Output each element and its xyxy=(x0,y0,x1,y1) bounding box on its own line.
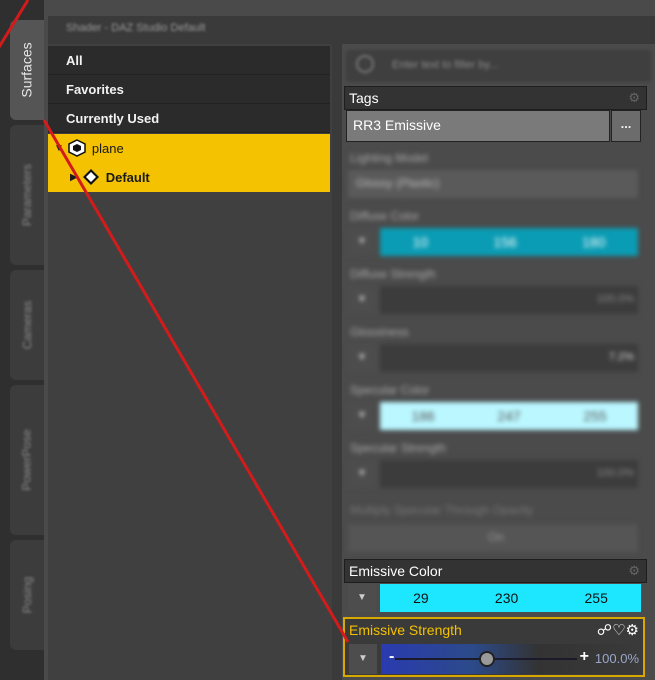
tree-item-all-label: All xyxy=(66,52,83,68)
tree-node-plane[interactable]: ▼ plane xyxy=(48,134,330,162)
surface-tree-panel: All Favorites Currently Used ▼ plane ▶ D… xyxy=(48,44,332,680)
search-icon xyxy=(356,55,374,73)
emissive-strength-label: Emissive Strength xyxy=(349,622,462,638)
specular-color-label: Specular Color xyxy=(350,383,430,397)
tags-label: Tags xyxy=(349,90,379,106)
diffuse-strength-slider[interactable]: 100.0% xyxy=(380,286,638,314)
gear-icon[interactable]: ⚙ xyxy=(628,90,640,106)
diffuse-color-swatch[interactable]: 10 156 180 xyxy=(380,228,638,256)
material-icon xyxy=(82,169,99,185)
increment-button[interactable]: + xyxy=(580,648,589,666)
tree-item-all[interactable]: All xyxy=(48,46,330,75)
specular-dropdown[interactable]: ▼ xyxy=(348,402,376,430)
emissive-color-swatch[interactable]: 29 230 255 xyxy=(380,584,641,612)
slider-knob[interactable] xyxy=(479,651,495,667)
tree-item-currently-used[interactable]: Currently Used xyxy=(48,104,330,133)
emissive-color-header: Emissive Color ⚙ xyxy=(344,559,647,583)
tab-parameters[interactable]: Parameters xyxy=(10,125,44,265)
filter-search-placeholder: Enter text to filter by... xyxy=(392,59,499,71)
link-icon[interactable]: ☍ xyxy=(597,622,612,639)
tree-node-default-label: Default xyxy=(105,169,150,185)
tab-surfaces-label: Surfaces xyxy=(19,42,35,98)
emissive-b-value: 255 xyxy=(584,590,608,606)
pane-header: Shader - DAZ Studio Default xyxy=(48,16,655,45)
folder-icon xyxy=(68,139,86,157)
filter-search-bar[interactable]: Enter text to filter by... xyxy=(346,50,651,82)
diffuse-strength-dropdown[interactable]: ▼ xyxy=(348,286,376,314)
specular-strength-label: Specular Strength xyxy=(350,441,447,455)
gear-icon[interactable]: ⚙ xyxy=(626,622,639,639)
vertical-tab-strip: Surfaces Parameters Cameras PowerPose Po… xyxy=(0,0,44,680)
tags-value: RR3 Emissive xyxy=(353,117,441,133)
tags-more-button[interactable]: ... xyxy=(611,110,641,142)
emissive-strength-dropdown[interactable]: ▼ xyxy=(349,644,377,674)
emissive-r-value: 29 xyxy=(413,590,429,606)
tree-node-plane-label: plane xyxy=(91,140,124,156)
glossiness-slider[interactable]: 7.2% xyxy=(380,344,638,372)
diffuse-dropdown[interactable]: ▼ xyxy=(348,228,376,256)
tab-powerpose-label: PowerPose xyxy=(20,429,34,491)
emissive-color-label: Emissive Color xyxy=(349,563,443,579)
lighting-model-label: Lighting Model xyxy=(350,151,429,165)
tree-item-favorites[interactable]: Favorites xyxy=(48,75,330,104)
glossiness-dropdown[interactable]: ▼ xyxy=(348,344,376,372)
specular-strength-dropdown[interactable]: ▼ xyxy=(348,460,376,488)
emissive-g-value: 230 xyxy=(494,590,519,606)
tree-node-default[interactable]: ▶ Default xyxy=(48,162,330,192)
panel-splitter[interactable] xyxy=(332,44,342,680)
emissive-strength-property[interactable]: Emissive Strength ☍♡⚙ ▼ - + 100.0% xyxy=(343,617,645,677)
emissive-strength-value[interactable]: 100.0% xyxy=(595,651,639,666)
specular-strength-slider[interactable]: 100.0% xyxy=(380,460,638,488)
tab-powerpose[interactable]: PowerPose xyxy=(10,385,44,535)
multiply-specular-label: Multiply Specular Through Opacity xyxy=(350,503,534,517)
gear-icon[interactable]: ⚙ xyxy=(628,563,640,579)
emissive-color-dropdown[interactable]: ▼ xyxy=(348,584,376,612)
tab-posing-label: Posing xyxy=(20,576,35,614)
tab-parameters-label: Parameters xyxy=(20,163,34,227)
multiply-toggle[interactable]: On xyxy=(348,524,638,552)
expand-triangle-icon[interactable]: ▼ xyxy=(54,143,64,154)
tab-cameras[interactable]: Cameras xyxy=(10,270,44,380)
tags-field[interactable]: RR3 Emissive xyxy=(346,110,610,142)
diffuse-strength-label: Diffuse Strength xyxy=(350,267,436,281)
tab-surfaces[interactable]: Surfaces xyxy=(10,20,44,120)
specular-color-swatch[interactable]: 186 247 255 xyxy=(380,402,638,430)
collapse-triangle-icon[interactable]: ▶ xyxy=(70,172,78,183)
tab-posing[interactable]: Posing xyxy=(10,540,44,650)
decrement-button[interactable]: - xyxy=(389,648,394,666)
blurred-properties: Lighting Model Glossy (Plastic) Diffuse … xyxy=(344,146,645,556)
heart-icon[interactable]: ♡ xyxy=(612,622,625,639)
pane-header-title: Shader - DAZ Studio Default xyxy=(66,22,206,34)
lighting-model-select[interactable]: Glossy (Plastic) xyxy=(348,170,638,198)
tree-item-currently-used-label: Currently Used xyxy=(66,110,160,126)
tags-header: Tags ⚙ xyxy=(344,86,647,110)
glossiness-label: Glossiness xyxy=(350,325,409,339)
tree-item-favorites-label: Favorites xyxy=(66,81,124,97)
emissive-strength-slider[interactable]: - + 100.0% xyxy=(381,644,643,674)
diffuse-color-label: Diffuse Color xyxy=(350,209,420,223)
tab-cameras-label: Cameras xyxy=(20,300,34,350)
